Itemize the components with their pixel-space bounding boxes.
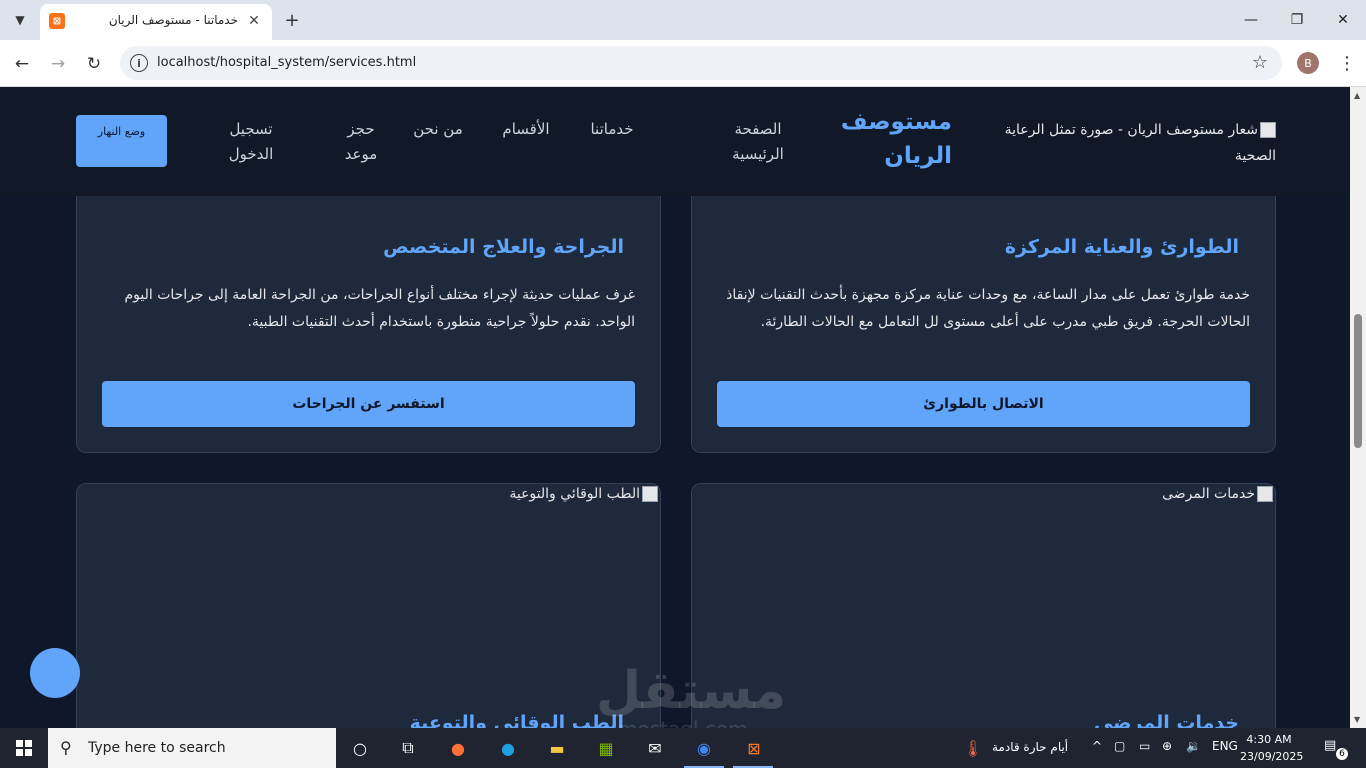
forward-arrow-icon[interactable]: → — [45, 51, 71, 77]
input-language[interactable]: ENG — [1212, 739, 1238, 753]
nav-about[interactable]: من نحن — [408, 117, 468, 142]
microsoft-store-icon[interactable]: ▦ — [593, 736, 619, 760]
tab-search-chevron-icon[interactable]: ▼ — [8, 8, 32, 32]
browser-tab-active[interactable]: ⊠ خدماتنا - مستوصف الريان ✕ — [40, 4, 272, 40]
nav-booking[interactable]: حجز موعد — [336, 117, 386, 167]
windows-taskbar: ⚲ Type here to search ○ ⧉ ● ● ▬ ▦ ✉ ◉ ⊠ … — [0, 728, 1366, 768]
firefox-icon[interactable]: ● — [445, 736, 471, 760]
card-description: غرف عمليات حديثة لإجراء مختلف أنواع الجر… — [124, 287, 635, 330]
clock-date: 23/09/2025 — [1240, 750, 1304, 763]
scroll-down-arrow-icon[interactable]: ▼ — [1354, 715, 1360, 724]
task-view-icon[interactable]: ⧉ — [395, 736, 421, 760]
tab-close-icon[interactable]: ✕ — [244, 11, 264, 31]
file-explorer-icon[interactable]: ▬ — [544, 736, 570, 760]
card-image-broken: خدمات المرضى — [1162, 486, 1273, 502]
nav-departments[interactable]: الأقسام — [496, 117, 556, 142]
new-tab-plus-icon[interactable]: + — [281, 9, 303, 31]
card-description: خدمة طوارئ تعمل على مدار الساعة، مع وحدا… — [726, 287, 1250, 330]
theme-toggle-button[interactable]: وضع النهار — [76, 115, 167, 167]
browser-toolbar: ← → ↻ i localhost/hospital_system/servic… — [0, 40, 1366, 87]
broken-image-icon — [1260, 122, 1276, 138]
clock-time: 4:30 AM — [1246, 733, 1292, 746]
broken-image-icon — [642, 486, 658, 502]
page-viewport: شعار مستوصف الريان - صورة تمثل الرعاية ا… — [0, 87, 1350, 728]
profile-avatar[interactable]: B — [1297, 52, 1319, 74]
service-card-emergency: الطوارئ والعناية المركزة خدمة طوارئ تعمل… — [691, 177, 1276, 453]
reload-icon[interactable]: ↻ — [81, 51, 107, 77]
card-title: الطب الوقائي والتوعية — [409, 712, 624, 728]
edge-icon[interactable]: ● — [495, 736, 521, 760]
xampp-favicon-icon: ⊠ — [49, 13, 65, 29]
page-scrollbar[interactable]: ▲ ▼ — [1350, 87, 1366, 728]
mostaql-watermark: مستقل — [596, 661, 787, 721]
browser-tab-strip: ▼ ⊠ خدماتنا - مستوصف الريان ✕ + — ❐ ✕ — [0, 0, 1366, 40]
window-restore-icon[interactable]: ❐ — [1274, 0, 1320, 40]
notification-count-badge: 6 — [1336, 748, 1348, 760]
card-image-alt: خدمات المرضى — [1162, 486, 1255, 502]
start-button[interactable] — [0, 728, 48, 768]
brand-name[interactable]: مستوصف الريان — [841, 105, 952, 173]
site-header: شعار مستوصف الريان - صورة تمثل الرعاية ا… — [0, 87, 1350, 196]
taskbar-search-box[interactable]: ⚲ Type here to search — [48, 728, 336, 768]
tab-title: خدماتنا - مستوصف الريان — [108, 13, 238, 27]
card-title: خدمات المرضى — [1093, 712, 1239, 728]
volume-icon[interactable]: 🔉 — [1186, 739, 1201, 753]
xampp-icon[interactable]: ⊠ — [741, 736, 767, 760]
window-close-icon[interactable]: ✕ — [1320, 0, 1366, 40]
bookmark-star-icon[interactable]: ☆ — [1252, 52, 1268, 73]
battery-icon[interactable]: ▭ — [1139, 739, 1150, 753]
broken-image-icon — [1257, 486, 1273, 502]
weather-text[interactable]: أيام حارة قادمة — [992, 740, 1068, 754]
scroll-up-arrow-icon[interactable]: ▲ — [1354, 91, 1360, 100]
site-info-icon[interactable]: i — [130, 54, 148, 72]
network-globe-icon[interactable]: ⊕ — [1162, 739, 1172, 753]
service-card-preventive-medicine: الطب الوقائي والتوعية الطب الوقائي والتو… — [76, 483, 661, 728]
card-image-alt: الطب الوقائي والتوعية — [509, 486, 640, 502]
system-clock[interactable]: 4:30 AM 23/09/2025 — [1240, 731, 1304, 765]
card-title: الطوارئ والعناية المركزة — [1004, 236, 1239, 258]
windows-logo-icon — [16, 740, 32, 756]
tray-chevron-icon[interactable]: ^ — [1092, 739, 1102, 753]
mostaql-watermark-url: mostaql.com — [618, 717, 748, 728]
call-emergency-button[interactable]: الاتصال بالطوارئ — [717, 381, 1250, 427]
floating-action-button[interactable] — [30, 648, 80, 698]
surgery-inquiry-button[interactable]: استفسر عن الجراحات — [102, 381, 635, 427]
taskbar-search-placeholder: Type here to search — [88, 740, 226, 756]
url-text[interactable]: localhost/hospital_system/services.html — [157, 55, 416, 70]
nav-login[interactable]: تسجيل الدخول — [216, 117, 286, 167]
cortana-icon[interactable]: ○ — [347, 736, 373, 760]
logo-image-broken[interactable]: شعار مستوصف الريان - صورة تمثل الرعاية ا… — [976, 117, 1276, 169]
browser-menu-icon[interactable]: ⋮ — [1337, 51, 1357, 75]
nav-home[interactable]: الصفحة الرئيسية — [722, 117, 794, 167]
address-bar[interactable]: i localhost/hospital_system/services.htm… — [120, 46, 1282, 80]
logo-alt-text: شعار مستوصف الريان - صورة تمثل الرعاية ا… — [1004, 122, 1276, 164]
mail-icon[interactable]: ✉ — [642, 736, 668, 760]
chrome-icon[interactable]: ◉ — [691, 736, 717, 760]
weather-thermometer-icon[interactable]: 🌡 — [960, 736, 986, 760]
window-minimize-icon[interactable]: — — [1228, 0, 1274, 40]
card-title: الجراحة والعلاج المتخصص — [383, 236, 624, 258]
back-arrow-icon[interactable]: ← — [9, 51, 35, 77]
nav-services[interactable]: خدماتنا — [582, 117, 642, 142]
search-icon: ⚲ — [60, 738, 72, 757]
service-card-surgery: الجراحة والعلاج المتخصص غرف عمليات حديثة… — [76, 177, 661, 453]
meet-now-icon[interactable]: ▢ — [1114, 739, 1125, 753]
card-image-broken: الطب الوقائي والتوعية — [509, 486, 658, 502]
scrollbar-thumb[interactable] — [1354, 314, 1362, 448]
